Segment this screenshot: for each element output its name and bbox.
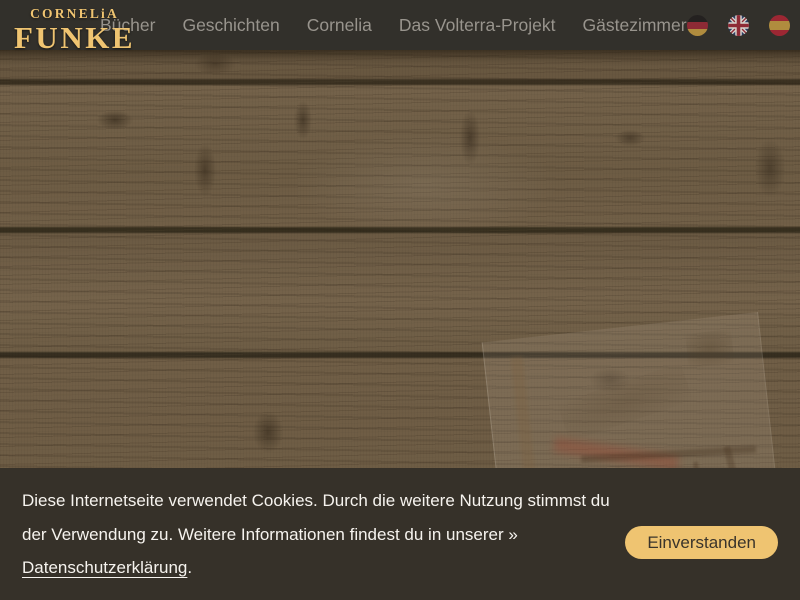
cookie-message-text: Diese Internetseite verwendet Cookies. D… [22,491,610,544]
german-flag-icon[interactable] [687,15,708,36]
cookie-message-suffix: . [187,558,192,577]
accept-cookies-button[interactable]: Einverstanden [625,526,778,559]
language-switcher [687,15,800,36]
nav-item-volterra-projekt[interactable]: Das Volterra-Projekt [399,15,556,36]
nav-item-geschichten[interactable]: Geschichten [182,15,279,36]
cookie-message: Diese Internetseite verwendet Cookies. D… [22,484,625,585]
main-nav: Bücher Geschichten Cornelia Das Volterra… [100,15,687,36]
british-flag-icon[interactable] [728,15,749,36]
site-header: CORNELiA FUNKE Bücher Geschichten Cornel… [0,0,800,50]
logo-line-funke: FUNKE [14,22,135,53]
cookie-consent-banner: Diese Internetseite verwendet Cookies. D… [0,468,800,600]
site-logo[interactable]: CORNELiA FUNKE [14,7,135,53]
privacy-policy-link[interactable]: Datenschutzerklärung [22,558,187,577]
sketch-blob-shape [685,329,734,368]
sketch-post-shape [510,356,536,482]
nav-item-cornelia[interactable]: Cornelia [307,15,372,36]
spanish-flag-icon[interactable] [769,15,790,36]
logo-line-cornelia: CORNELiA [14,7,135,21]
sketch-scribble-shape [557,363,693,442]
nav-item-gaestezimmer[interactable]: Gästezimmer [583,15,687,36]
